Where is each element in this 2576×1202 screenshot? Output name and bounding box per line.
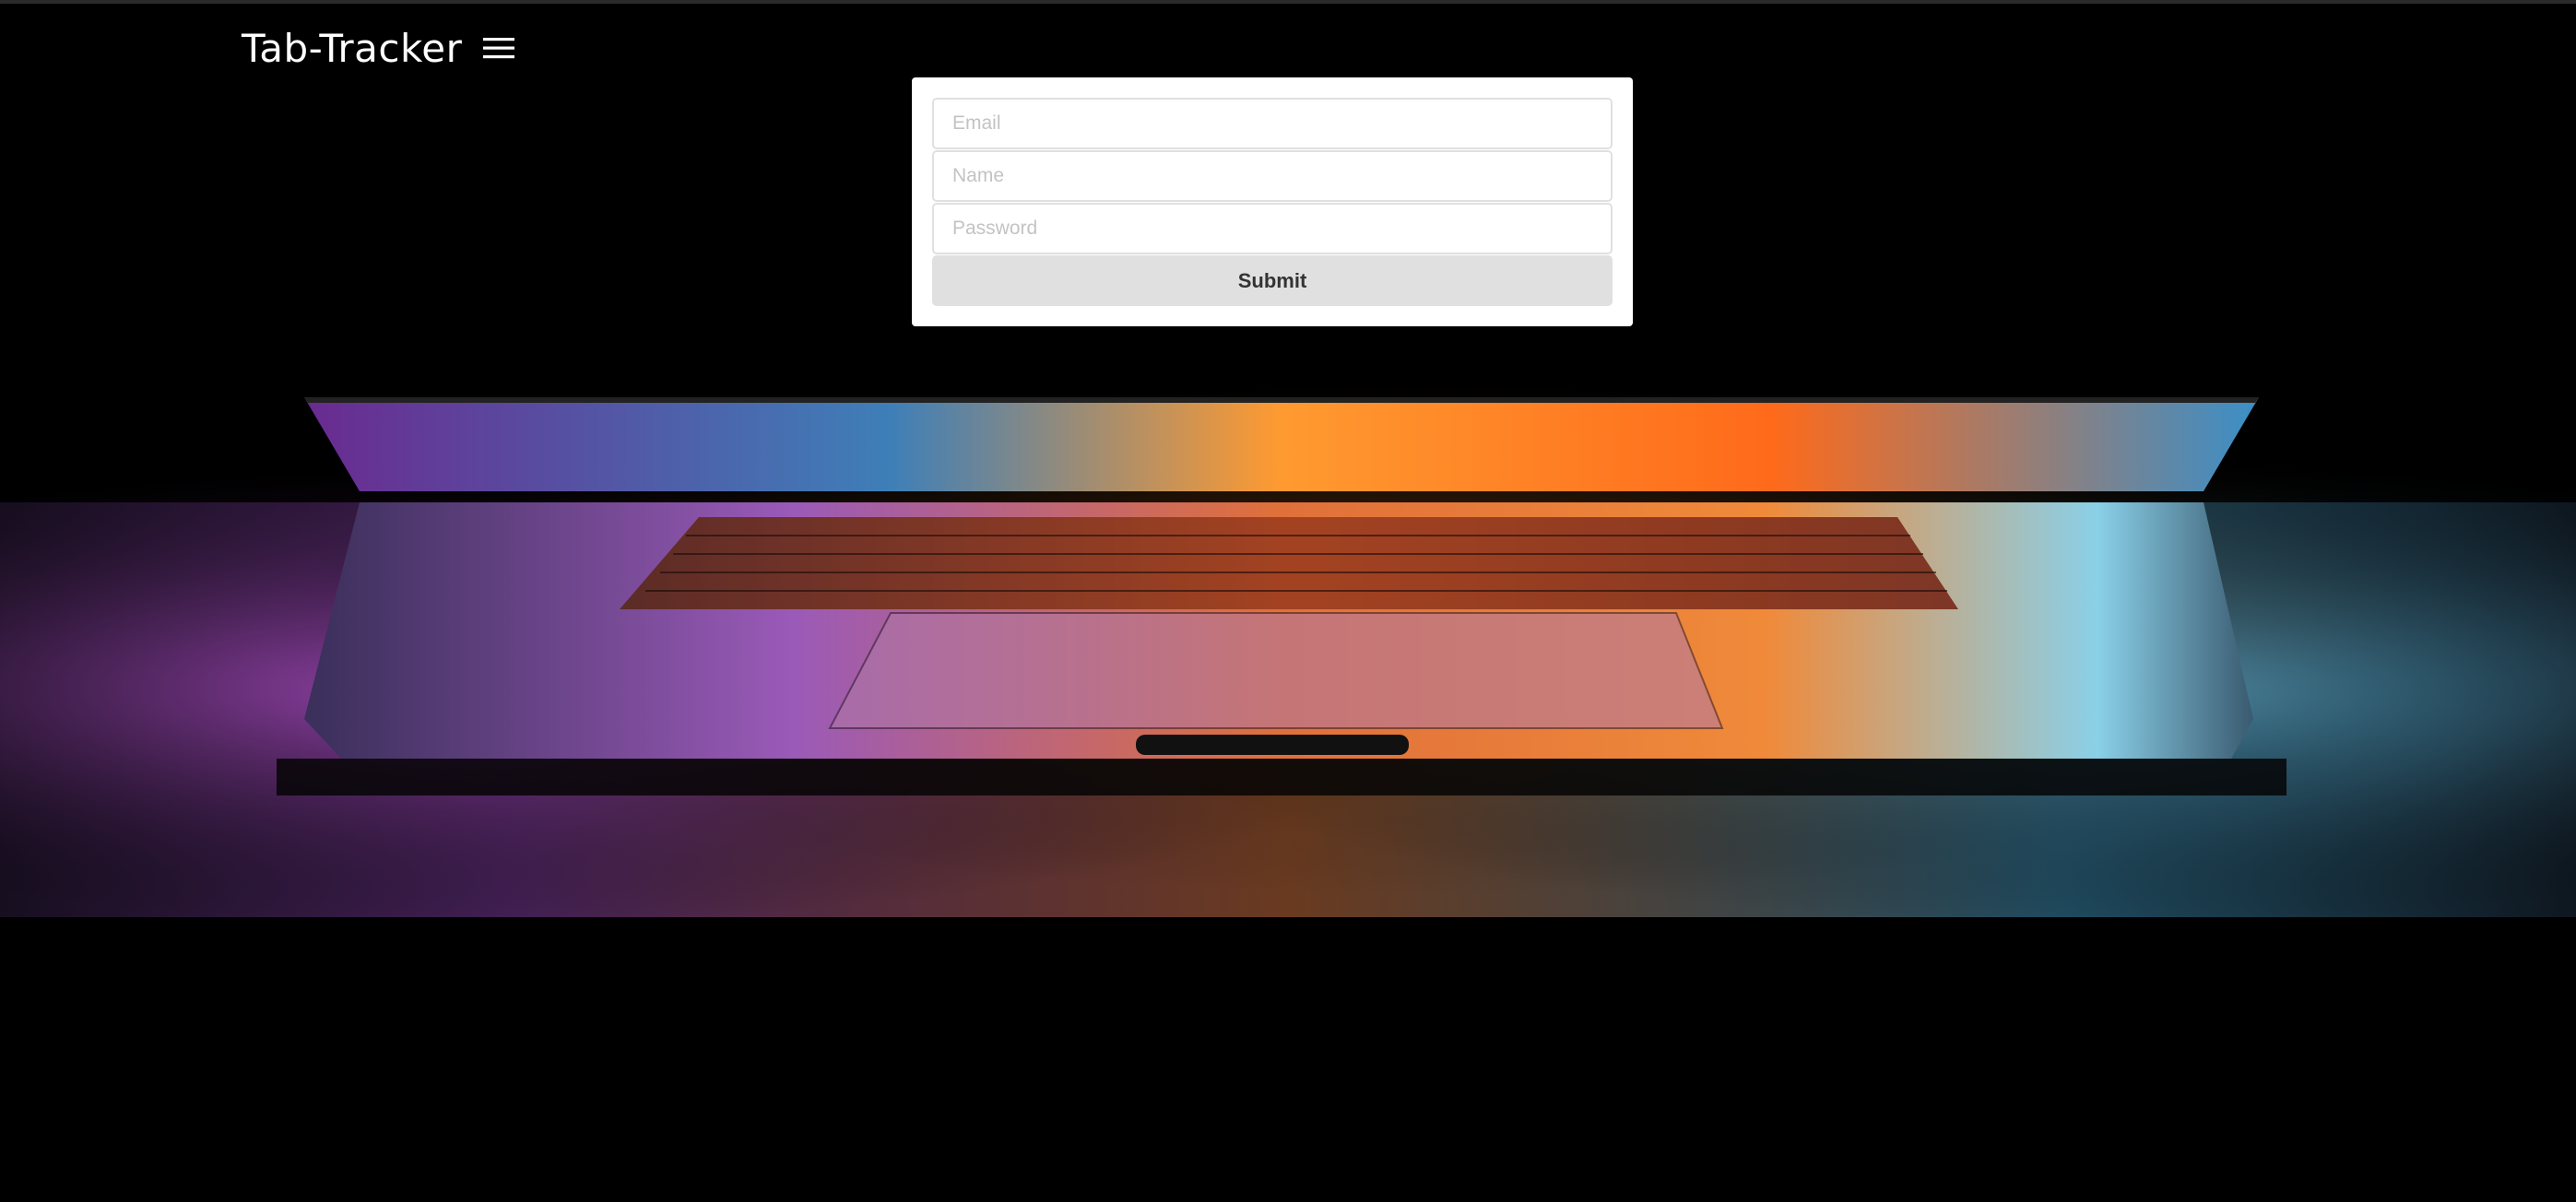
password-field[interactable] <box>932 203 1613 254</box>
hero-laptop-image <box>0 364 2576 954</box>
register-form: Submit <box>912 77 1633 326</box>
email-field[interactable] <box>932 98 1613 149</box>
app-title[interactable]: Tab-Tracker <box>242 26 462 71</box>
submit-button[interactable]: Submit <box>932 255 1613 306</box>
top-border <box>0 0 2576 4</box>
page: Tab-Tracker Email Name Submit <box>0 0 2576 1202</box>
navbar-brand: Tab-Tracker <box>242 20 515 76</box>
hamburger-menu-icon[interactable] <box>482 35 515 61</box>
name-field[interactable] <box>932 150 1613 202</box>
